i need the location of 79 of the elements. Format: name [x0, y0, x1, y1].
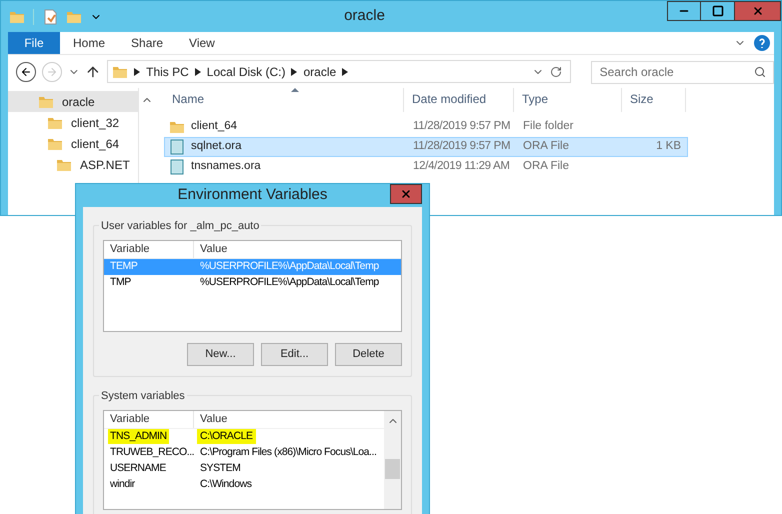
- file-type: ORA File: [522, 139, 570, 154]
- file-icon: [169, 159, 185, 175]
- variable-name: TEMP: [110, 258, 138, 274]
- variable-name: TRUWEB_RECO...: [110, 444, 194, 460]
- file-date: 11/28/2019 9:57 PM: [413, 140, 510, 152]
- breadcrumb[interactable]: oracle: [303, 62, 336, 80]
- column-header[interactable]: Date modified: [404, 88, 514, 112]
- variable-row[interactable]: windir C:\Windows: [104, 476, 384, 492]
- column-header[interactable]: Variable: [104, 240, 194, 258]
- column-header[interactable]: Type: [514, 88, 622, 112]
- variable-value: %USERPROFILE%\AppData\Local\Temp: [200, 258, 379, 274]
- refresh-icon[interactable]: [550, 66, 562, 78]
- file-name: sqlnet.ora: [191, 139, 242, 154]
- help-icon[interactable]: [754, 35, 770, 51]
- nav-item[interactable]: oracle: [8, 91, 138, 112]
- close-icon[interactable]: [752, 5, 764, 17]
- scroll-thumb[interactable]: [385, 458, 400, 478]
- variable-row[interactable]: USERNAME SYSTEM: [104, 460, 384, 476]
- maximize-button[interactable]: [701, 1, 735, 21]
- file-row[interactable]: client_64 11/28/2019 9:57 PM File folder: [164, 117, 688, 137]
- file-type: ORA File: [522, 159, 570, 174]
- nav-item[interactable]: client_64: [8, 133, 138, 154]
- dialog-title: Environment Variables: [178, 185, 328, 205]
- maximize-icon[interactable]: [712, 5, 724, 17]
- variable-value: C:\Program Files (x86)\Micro Focus\Loa...: [200, 444, 376, 460]
- window-title: oracle: [344, 6, 385, 26]
- file-name: tnsnames.ora: [191, 159, 261, 174]
- column-header[interactable]: Variable: [104, 410, 194, 428]
- variable-row[interactable]: TMP %USERPROFILE%\AppData\Local\Temp: [104, 274, 401, 290]
- ribbon-tab[interactable]: Home: [63, 32, 116, 54]
- ribbon-tab[interactable]: Share: [121, 32, 174, 54]
- back-button[interactable]: [16, 62, 36, 82]
- variable-row[interactable]: TRUWEB_RECO... C:\Program Files (x86)\Micro Focus\Loa...: [104, 444, 384, 460]
- sort-icon: [291, 88, 299, 92]
- dialog-button[interactable]: Delete: [335, 342, 402, 366]
- file-date: 11/28/2019 9:57 PM: [413, 120, 510, 132]
- file-date: 12/4/2019 11:29 AM: [413, 160, 510, 172]
- caret-icon: [194, 68, 201, 76]
- variable-name: windir: [110, 476, 135, 492]
- close-button[interactable]: [735, 1, 781, 21]
- breadcrumb[interactable]: Local Disk (C:): [206, 62, 286, 80]
- variable-value: C:\Windows: [200, 476, 252, 492]
- file-name: client_64: [191, 119, 238, 134]
- nav-item[interactable]: ASP.NET: [8, 154, 138, 175]
- address-bar[interactable]: This PC Local Disk (C:) oracle: [107, 60, 571, 83]
- close-button[interactable]: [390, 184, 422, 204]
- column-header[interactable]: Value: [194, 240, 401, 258]
- file-tab[interactable]: File: [8, 32, 60, 54]
- variable-name: TMP: [110, 274, 131, 290]
- column-header[interactable]: Value: [194, 410, 384, 428]
- column-header[interactable]: Size: [622, 88, 686, 112]
- dialog-button[interactable]: New...: [187, 342, 254, 366]
- caret-icon: [291, 68, 298, 76]
- file-icon: [169, 139, 185, 155]
- ribbon-tab[interactable]: View: [179, 32, 225, 54]
- search-icon[interactable]: [754, 66, 766, 78]
- variable-name: TNS_ADMIN: [108, 428, 169, 444]
- folder-icon: [169, 119, 185, 135]
- close-icon[interactable]: [400, 188, 412, 200]
- properties-icon[interactable]: [42, 8, 58, 24]
- variable-value: %USERPROFILE%\AppData\Local\Temp: [200, 274, 379, 290]
- nav-item[interactable]: client_32: [8, 112, 138, 133]
- dialog-button[interactable]: Edit...: [261, 342, 328, 366]
- minimize-button[interactable]: [667, 1, 701, 21]
- caret-icon: [342, 68, 348, 76]
- file-size: 1 KB: [656, 140, 681, 152]
- variable-name: USERNAME: [110, 460, 166, 476]
- column-header[interactable]: Name: [164, 88, 404, 112]
- file-row[interactable]: tnsnames.ora 12/4/2019 11:29 AM ORA File: [164, 157, 688, 177]
- file-type: File folder: [522, 119, 574, 134]
- variable-value: SYSTEM: [200, 460, 240, 476]
- variable-row[interactable]: TNS_ADMIN C:\ORACLE: [104, 428, 384, 444]
- breadcrumb[interactable]: This PC: [146, 62, 189, 80]
- file-row[interactable]: sqlnet.ora 11/28/2019 9:57 PM ORA File 1 KB: [164, 137, 688, 157]
- caret-icon: [134, 68, 140, 76]
- search-field[interactable]: Search oracle: [590, 60, 774, 84]
- back-arrow-icon[interactable]: [20, 66, 32, 78]
- scrollbar[interactable]: [384, 410, 401, 508]
- variable-value: C:\ORACLE: [197, 428, 256, 444]
